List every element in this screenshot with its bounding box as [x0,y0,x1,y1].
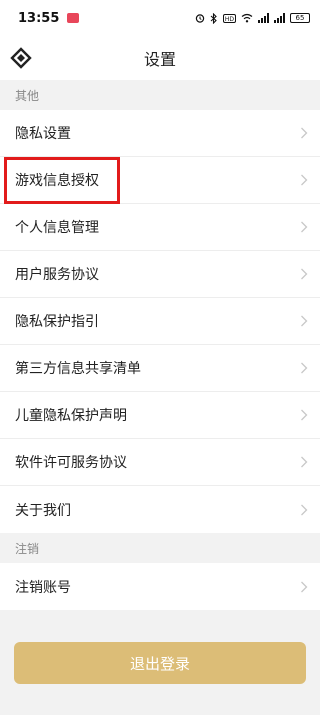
signal-icon [258,13,269,23]
nav-header: 设置 [0,36,320,80]
wifi-icon [241,13,253,23]
chevron-right-icon [301,581,308,592]
list-item-label: 隐私保护指引 [15,314,99,330]
chevron-right-icon [301,221,308,233]
list-item-about-us[interactable]: 关于我们 [0,486,320,533]
chevron-right-icon [301,504,308,515]
list-item-privacy-guide[interactable]: 隐私保护指引 [0,298,320,345]
list-item-delete-account[interactable]: 注销账号 [0,563,320,610]
list-item-label: 儿童隐私保护声明 [15,408,127,424]
alarm-icon [195,14,205,23]
list-item-game-info-auth[interactable]: 游戏信息授权 [0,157,320,204]
list-item-label: 用户服务协议 [15,267,99,283]
chevron-right-icon [301,315,308,327]
list-item-child-privacy[interactable]: 儿童隐私保护声明 [0,392,320,439]
chevron-right-icon [301,174,308,186]
svg-text:HD: HD [225,16,235,23]
section-header-logout: 注销 [0,533,320,563]
signal-icon-2 [274,13,285,23]
page-title: 设置 [143,50,176,69]
list-item-label: 个人信息管理 [15,220,99,236]
list-item-personal-info[interactable]: 个人信息管理 [0,204,320,251]
logout-button[interactable]: 退出登录 [14,642,306,684]
list-item-software-license[interactable]: 软件许可服务协议 [0,439,320,486]
list-item-label: 关于我们 [15,502,71,519]
settings-list-account: 注销账号 [0,563,320,610]
list-item-label: 隐私设置 [15,126,71,142]
app-notification-icon [67,13,80,23]
list-item-label: 注销账号 [15,579,71,596]
list-item-user-agreement[interactable]: 用户服务协议 [0,251,320,298]
battery-icon: 65 [290,13,310,23]
status-icons: HD 65 [195,12,310,24]
list-item-privacy-settings[interactable]: 隐私设置 [0,110,320,157]
status-time: 13:55 [18,10,60,26]
chevron-right-icon [301,409,308,421]
status-bar: 13:55 HD 65 [0,0,320,36]
chevron-right-icon [301,456,308,468]
settings-list-other: 隐私设置 游戏信息授权 个人信息管理 用户服务协议 隐私保护指引 第三方信息共享… [0,110,320,533]
chevron-right-icon [301,362,308,374]
list-item-label: 游戏信息授权 [15,173,99,189]
hd-icon: HD [223,13,236,23]
list-item-label: 软件许可服务协议 [15,455,127,471]
list-item-third-party-sharing[interactable]: 第三方信息共享清单 [0,345,320,392]
chevron-right-icon [301,268,308,280]
bluetooth-icon [210,12,217,24]
chevron-right-icon [301,127,308,139]
section-header-other: 其他 [0,80,320,110]
back-logo-icon[interactable] [10,47,32,69]
list-item-label: 第三方信息共享清单 [15,361,141,377]
